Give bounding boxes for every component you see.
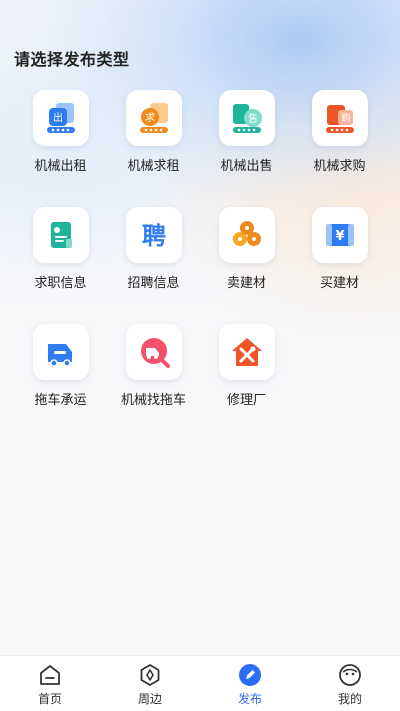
publish-item-find-tow-truck[interactable]: 机械找拖车: [107, 324, 200, 420]
profile-icon: [338, 663, 362, 687]
tab-label: 发布: [237, 692, 262, 706]
publish-item-machinery-rent-out[interactable]: 出 机械出租: [14, 90, 107, 186]
publish-item-label: 机械出售: [220, 159, 273, 174]
publish-item-sell-materials[interactable]: 卖建材: [200, 207, 293, 303]
publish-item-repair-shop[interactable]: 修理厂: [200, 324, 293, 420]
buy-materials-icon: ¥: [311, 207, 368, 263]
tow-truck-icon: [32, 324, 89, 380]
publish-item-label: 机械求租: [127, 159, 180, 174]
publish-item-label: 机械找拖车: [120, 393, 186, 408]
publish-item-machinery-rent-wanted[interactable]: 求 机械求租: [107, 90, 200, 186]
publish-item-tow-truck[interactable]: 拖车承运: [14, 324, 107, 420]
publish-item-label: 机械出租: [34, 159, 87, 174]
machinery-rent-out-icon: 出: [32, 90, 89, 146]
sell-materials-icon: [218, 207, 275, 263]
tab-label: 周边: [137, 692, 162, 706]
machinery-sale-icon: 售: [218, 90, 275, 146]
publish-icon: [238, 663, 262, 687]
publish-item-machinery-purchase[interactable]: 购 机械求购: [293, 90, 386, 186]
tab-home[interactable]: 首页: [0, 656, 100, 711]
publish-item-label: 机械求购: [313, 159, 366, 174]
publish-item-label: 求职信息: [34, 276, 87, 291]
tab-nearby[interactable]: 周边: [100, 656, 200, 711]
svg-text:出: 出: [53, 111, 63, 124]
bottom-tab-bar: 首页 周边 发布 我的: [0, 655, 400, 711]
repair-shop-icon: [218, 324, 275, 380]
svg-text:¥: ¥: [335, 229, 344, 244]
find-tow-truck-icon: [125, 324, 182, 380]
publish-item-job-seeking[interactable]: 求职信息: [14, 207, 107, 303]
publish-item-label: 卖建材: [226, 276, 266, 291]
publish-item-label: 拖车承运: [34, 393, 87, 408]
tab-profile[interactable]: 我的: [300, 656, 400, 711]
nearby-icon: [138, 663, 162, 687]
publish-item-label: 修理厂: [226, 393, 266, 408]
publish-item-machinery-sale[interactable]: 售 机械出售: [200, 90, 293, 186]
page-title: 请选择发布类型: [14, 50, 130, 69]
publish-type-grid: 出 机械出租 求 机械求租 售 机械出售 购 机械求购 求职信息 聘 招聘信息 …: [0, 90, 400, 420]
tab-label: 首页: [37, 692, 62, 706]
home-icon: [38, 663, 62, 687]
machinery-rent-wanted-icon: 求: [125, 90, 182, 146]
tab-label: 我的: [337, 692, 362, 706]
recruitment-icon: 聘: [125, 207, 182, 263]
svg-text:售: 售: [248, 112, 258, 125]
machinery-purchase-icon: 购: [311, 90, 368, 146]
job-seeking-icon: [32, 207, 89, 263]
publish-item-recruitment[interactable]: 聘 招聘信息: [107, 207, 200, 303]
publish-item-label: 招聘信息: [127, 276, 180, 291]
publish-item-label: 买建材: [319, 276, 359, 291]
svg-text:求: 求: [145, 112, 155, 124]
svg-text:聘: 聘: [142, 222, 166, 250]
svg-text:购: 购: [341, 112, 350, 124]
publish-item-buy-materials[interactable]: ¥ 买建材: [293, 207, 386, 303]
tab-publish[interactable]: 发布: [200, 656, 300, 711]
